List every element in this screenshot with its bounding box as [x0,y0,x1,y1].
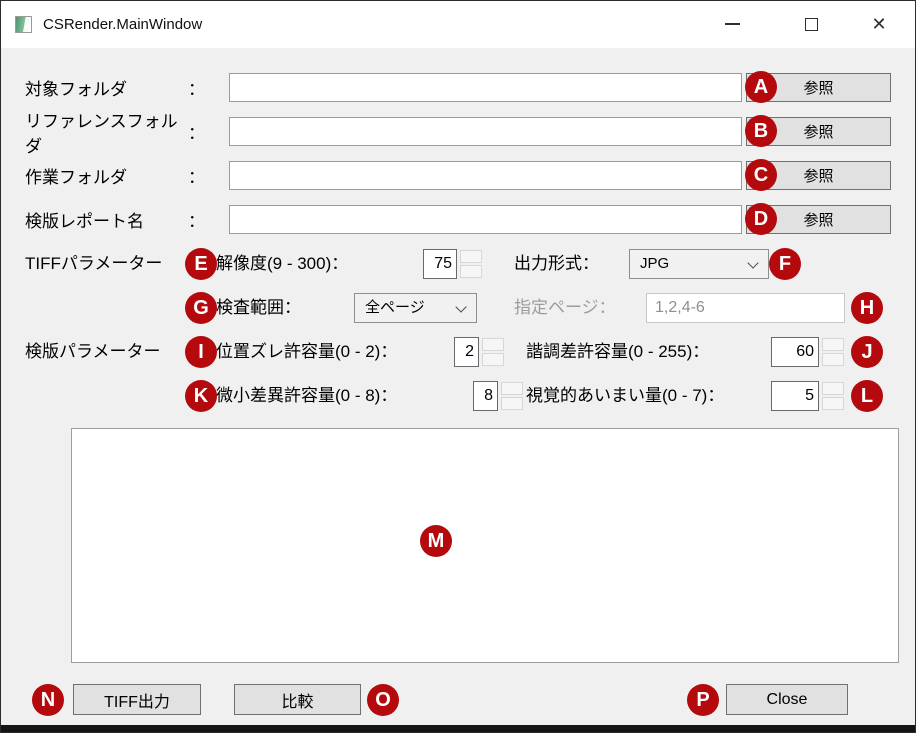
annotation-badge-g: G [185,292,217,324]
app-icon [15,16,32,33]
tone-tolerance-spinner[interactable] [771,337,819,367]
app-window: CSRender.MainWindow ✕ 対象フォルダ ： 参照 A リファレ… [0,0,916,733]
folder-label-group: リファレンスフォルダ ： [25,117,205,146]
label-colon: ： [188,119,205,144]
target-folder-input[interactable] [229,73,742,102]
scan-range-label: 検査範囲： [216,293,301,323]
spinner-up-button[interactable] [501,382,523,395]
window-title: CSRender.MainWindow [43,1,202,48]
annotation-badge-k: K [185,380,217,412]
spinner-up-button[interactable] [822,382,844,395]
tiff-param-row: G 検査範囲： 全ページ 指定ページ： H [1,293,916,323]
spinner-down-button[interactable] [482,353,504,366]
annotation-badge-p: P [687,684,719,716]
visual-ambiguity-spinner[interactable] [771,381,819,411]
minor-diff-spinner[interactable] [473,381,498,411]
spinner-up-button[interactable] [482,338,504,351]
annotation-badge-l: L [851,380,883,412]
folder-label: 検版レポート名 [25,207,144,232]
folder-row: 対象フォルダ ： 参照 A [1,73,916,103]
close-icon: ✕ [871,15,886,33]
spinner-up-button[interactable] [460,250,482,263]
folder-row: 作業フォルダ ： 参照 C [1,161,916,191]
output-format-value: JPG [640,255,669,272]
visual-ambiguity-label: 視覚的あいまい量(0 - 7)： [526,381,724,411]
annotation-badge-b: B [745,115,777,147]
tiff-param-row: TIFFパラメーター E 解像度(9 - 300)： 出力形式： JPG F [1,249,916,279]
position-spinner-buttons [482,337,504,367]
compare-button[interactable]: 比較 [234,684,361,715]
check-param-row: 検版パラメーター I 位置ズレ許容量(0 - 2)： 諧調差許容量(0 - 25… [1,337,916,367]
minor-diff-label: 微小差異許容量(0 - 8)： [216,381,397,411]
output-format-select[interactable]: JPG [629,249,769,279]
folder-label-group: 検版レポート名 ： [25,205,205,234]
report-name-input[interactable] [229,205,742,234]
tone-tolerance-label: 諧調差許容量(0 - 255)： [526,337,709,367]
annotation-badge-n: N [32,684,64,716]
maximize-button[interactable] [794,7,828,41]
annotation-badge-f: F [769,248,801,280]
section-label-tiff: TIFFパラメーター [25,249,162,279]
resolution-spinner-buttons [460,249,482,279]
work-folder-input[interactable] [229,161,742,190]
label-colon: ： [188,207,205,232]
tone-spinner-buttons [822,337,844,367]
chevron-down-icon [455,301,466,312]
folder-row: 検版レポート名 ： 参照 D [1,205,916,235]
spinner-down-button[interactable] [822,353,844,366]
bottom-strip [1,725,915,733]
spinner-up-button[interactable] [822,338,844,351]
scan-range-value: 全ページ [365,299,425,316]
folder-label: 対象フォルダ [25,75,127,100]
annotation-badge-m: M [420,525,452,557]
annotation-badge-d: D [745,203,777,235]
reference-folder-input[interactable] [229,117,742,146]
close-action-button[interactable]: Close [726,684,848,715]
position-tolerance-label: 位置ズレ許容量(0 - 2)： [216,337,397,367]
position-tolerance-spinner[interactable] [454,337,479,367]
annotation-badge-o: O [367,684,399,716]
folder-label-group: 作業フォルダ ： [25,161,205,190]
tiff-output-button[interactable]: TIFF出力 [73,684,201,715]
visual-spinner-buttons [822,381,844,411]
chevron-down-icon [747,257,758,268]
maximize-icon [805,18,818,31]
spinner-down-button[interactable] [460,265,482,278]
output-format-label: 出力形式： [514,249,599,279]
folder-label-group: 対象フォルダ ： [25,73,205,102]
label-colon: ： [188,163,205,188]
resolution-label: 解像度(9 - 300)： [216,249,348,279]
resolution-spinner[interactable] [423,249,457,279]
page-spec-label: 指定ページ： [514,293,616,323]
log-area[interactable] [71,428,899,663]
annotation-badge-e: E [185,248,217,280]
folder-row: リファレンスフォルダ ： 参照 B [1,117,916,147]
annotation-badge-j: J [851,336,883,368]
annotation-badge-i: I [185,336,217,368]
scan-range-select[interactable]: 全ページ [354,293,477,323]
minimize-button[interactable] [715,7,749,41]
minor-spinner-buttons [501,381,523,411]
folder-label: 作業フォルダ [25,163,127,188]
annotation-badge-c: C [745,159,777,191]
label-colon: ： [188,75,205,100]
title-bar: CSRender.MainWindow ✕ [1,1,915,48]
annotation-badge-h: H [851,292,883,324]
folder-label: リファレンスフォルダ [25,107,188,157]
spinner-down-button[interactable] [822,397,844,410]
close-button[interactable]: ✕ [862,7,896,41]
minimize-icon [725,23,740,25]
section-label-kenpan: 検版パラメーター [25,337,161,367]
page-spec-input[interactable] [646,293,845,323]
annotation-badge-a: A [745,71,777,103]
spinner-down-button[interactable] [501,397,523,410]
check-param-row: K 微小差異許容量(0 - 8)： 視覚的あいまい量(0 - 7)： L [1,381,916,411]
